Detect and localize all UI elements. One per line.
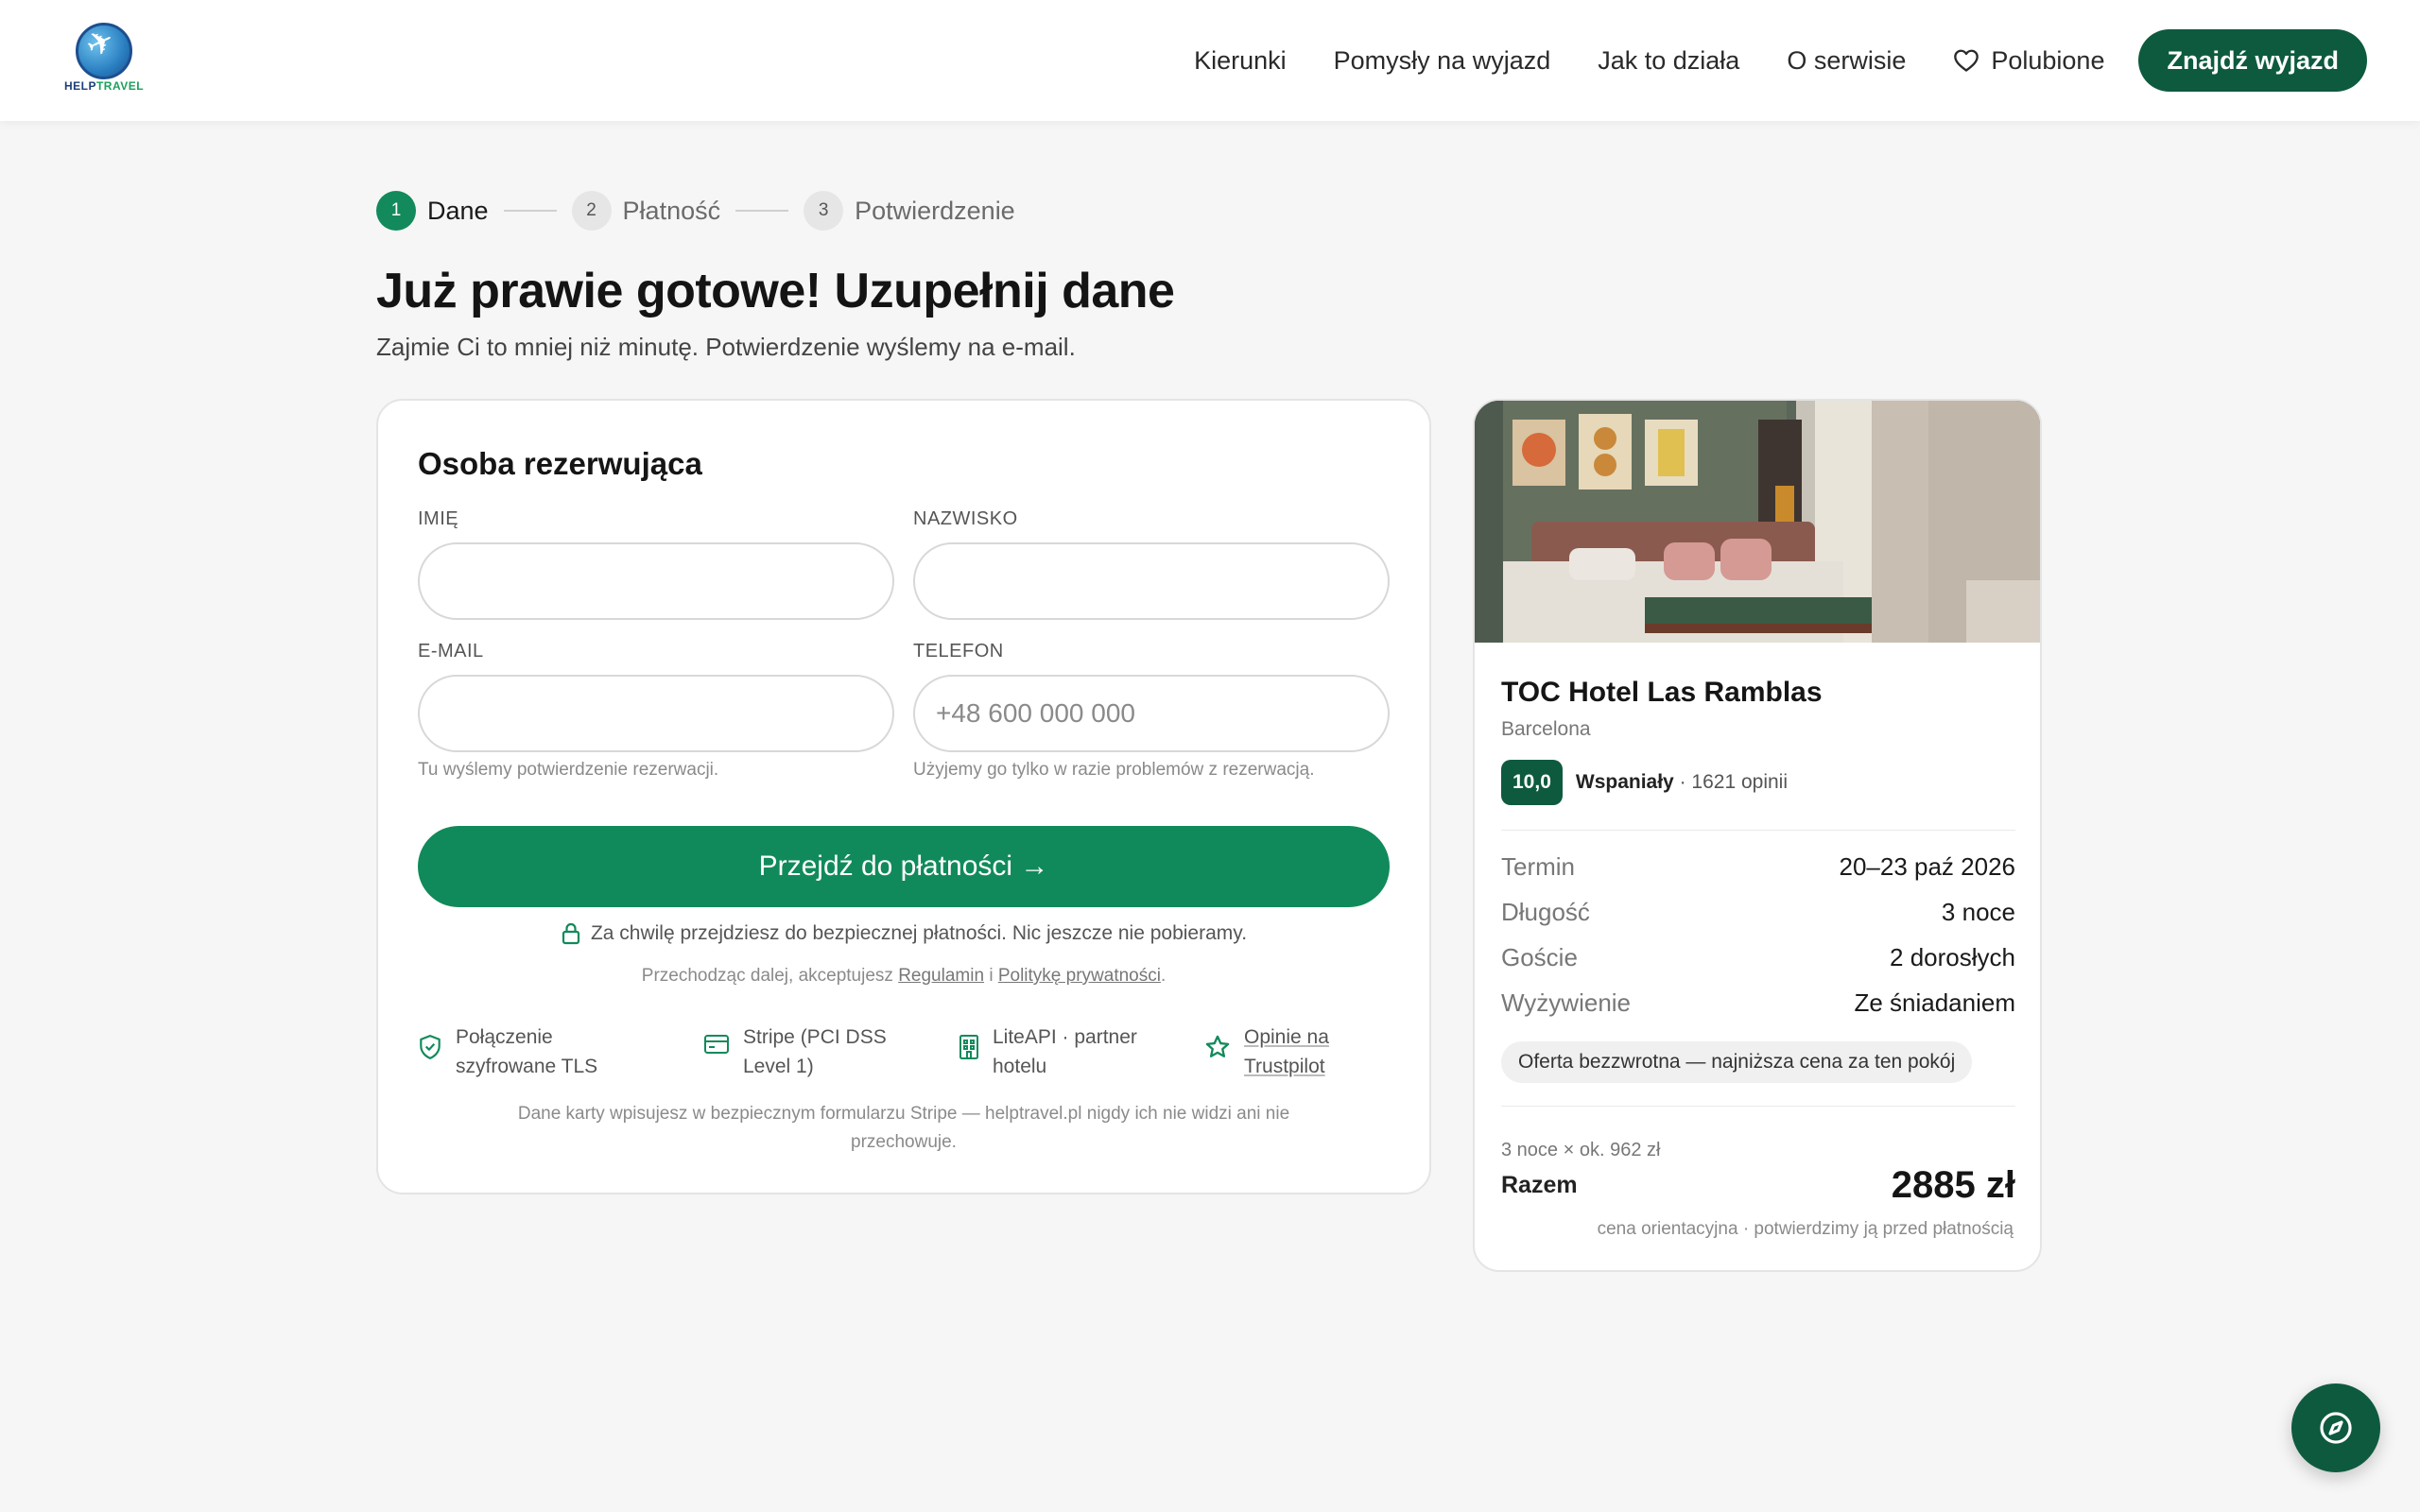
logo-wordmark: HELPTRAVEL	[63, 79, 145, 93]
total-row: Razem 2885 zł	[1501, 1164, 2015, 1207]
shield-check-icon	[420, 1035, 441, 1059]
trust-stripe-line1: Stripe (PCI DSS	[743, 1026, 887, 1048]
step-3-circle: 3	[804, 191, 844, 231]
step-divider	[503, 210, 557, 212]
go-to-payment-button[interactable]: Przejdź do płatności →	[418, 826, 1390, 907]
site-header: ✈ HELPTRAVEL Kierunki Pomysły na wyjazd …	[0, 0, 2420, 121]
review-count: · 1621 opinii	[1679, 771, 1789, 793]
detail-row-term: Termin 20–23 paź 2026	[1501, 852, 2015, 881]
checkout-stepper: 1 Dane 2 Płatność 3 Potwierdzenie	[376, 190, 1015, 232]
page-subtitle: Zajmie Ci to mniej niż minutę. Potwierdz…	[376, 333, 1076, 361]
trust-trustpilot-line1[interactable]: Opinie na	[1244, 1022, 1329, 1052]
trust-item-trustpilot[interactable]: Opinie na Trustpilot	[1204, 1022, 1329, 1081]
total-value: 2885 zł	[1891, 1164, 2015, 1206]
email-label: E-MAIL	[418, 641, 484, 662]
trust-item-stripe: Stripe (PCI DSS Level 1)	[703, 1022, 887, 1081]
first-name-label: IMIĘ	[418, 508, 459, 529]
explore-fab-button[interactable]	[2291, 1383, 2380, 1472]
step-1-label: Dane	[427, 196, 489, 225]
step-3-label: Potwierdzenie	[855, 196, 1015, 225]
rating-badge: 10,0	[1501, 760, 1563, 805]
building-icon	[959, 1035, 978, 1059]
offer-badge: Oferta bezzwrotna — najniższa cena za te…	[1501, 1041, 1973, 1083]
trust-tls-line2: szyfrowane TLS	[456, 1056, 598, 1077]
helptravel-logo[interactable]: ✈ HELPTRAVEL	[59, 21, 149, 96]
star-icon	[1205, 1035, 1230, 1057]
trust-item-tls: Połączenie szyfrowane TLS	[418, 1022, 597, 1081]
total-label: Razem	[1501, 1172, 1578, 1198]
summary-divider	[1501, 830, 2015, 831]
hotel-rating: 10,0 Wspaniały · 1621 opinii	[1501, 760, 1788, 805]
main-nav: Kierunki Pomysły na wyjazd Jak to działa…	[1194, 28, 2367, 93]
booking-summary-card: TOC Hotel Las Ramblas Barcelona 10,0 Wsp…	[1473, 399, 2042, 1272]
first-name-input[interactable]	[418, 542, 894, 620]
privacy-link[interactable]: Politykę prywatności	[998, 966, 1161, 986]
phone-label: TELEFON	[913, 641, 1004, 662]
trust-stripe-line2: Level 1)	[743, 1056, 814, 1077]
price-calculation: 3 noce × ok. 962 zł	[1501, 1140, 1661, 1160]
detail-row-guests: Goście 2 dorosłych	[1501, 943, 2015, 971]
booking-form-card: Osoba rezerwująca IMIĘ NAZWISKO E-MAIL T…	[376, 399, 1431, 1194]
trust-trustpilot-line2[interactable]: Trustpilot	[1244, 1052, 1329, 1081]
rating-word: Wspaniały	[1575, 771, 1674, 793]
hotel-city: Barcelona	[1501, 718, 1591, 740]
nav-item-o-serwisie[interactable]: O serwisie	[1787, 46, 1906, 76]
nav-item-jak-to-dziala[interactable]: Jak to działa	[1598, 46, 1739, 76]
terms-suffix: .	[1160, 966, 1167, 986]
hotel-name: TOC Hotel Las Ramblas	[1501, 677, 1823, 708]
nav-item-favorites[interactable]: Polubione	[1953, 46, 2104, 76]
trust-item-liteapi: LiteAPI · partner hotelu	[959, 1022, 1137, 1081]
terms-text: Przechodząc dalej, akceptujesz Regulamin…	[378, 966, 1429, 987]
stripe-note: Dane karty wpisujesz w bezpiecznym formu…	[517, 1104, 1290, 1152]
last-name-input[interactable]	[913, 542, 1390, 620]
trust-liteapi-line2: hotelu	[993, 1056, 1047, 1077]
find-trip-button[interactable]: Znajdź wyjazd	[2138, 29, 2367, 92]
trust-tls-line1: Połączenie	[456, 1026, 553, 1048]
email-input[interactable]	[418, 675, 894, 752]
total-note: cena orientacyjna · potwierdzimy ją prze…	[1597, 1219, 2014, 1239]
page-title: Już prawie gotowe! Uzupełnij dane	[376, 264, 1175, 318]
nav-item-pomysly[interactable]: Pomysły na wyjazd	[1334, 46, 1551, 76]
phone-input[interactable]	[913, 675, 1390, 752]
terms-and: i	[989, 966, 994, 986]
favorites-label: Polubione	[1991, 45, 2105, 75]
credit-card-icon	[704, 1035, 729, 1054]
form-title: Osoba rezerwująca	[418, 446, 702, 481]
last-name-label: NAZWISKO	[913, 508, 1018, 529]
detail-row-board: Wyżywienie Ze śniadaniem	[1501, 988, 2015, 1017]
terms-prefix: Przechodząc dalej, akceptujesz	[641, 966, 893, 986]
rating-text: Wspaniały · 1621 opinii	[1576, 771, 1788, 794]
phone-help-text: Użyjemy go tylko w razie problemów z rez…	[913, 760, 1315, 780]
trust-liteapi-line1: LiteAPI · partner	[993, 1026, 1137, 1048]
step-2-label: Płatność	[622, 196, 721, 225]
email-help-text: Tu wyślemy potwierdzenie rezerwacji.	[418, 760, 719, 780]
step-2-circle: 2	[571, 191, 612, 231]
summary-divider	[1501, 1106, 2015, 1107]
secure-payment-note: Za chwilę przejdziesz do bezpiecznej pła…	[378, 922, 1429, 945]
terms-link[interactable]: Regulamin	[898, 966, 984, 986]
step-1-circle: 1	[376, 191, 416, 231]
lock-icon	[562, 922, 580, 945]
compass-icon	[2320, 1412, 2352, 1444]
secure-note-text: Za chwilę przejdziesz do bezpiecznej pła…	[590, 922, 1248, 944]
nav-item-kierunki[interactable]: Kierunki	[1194, 46, 1287, 76]
heart-icon	[1954, 49, 1979, 72]
step-divider	[735, 210, 789, 212]
detail-row-length: Długość 3 noce	[1501, 898, 2015, 926]
hotel-photo	[1475, 401, 2040, 643]
